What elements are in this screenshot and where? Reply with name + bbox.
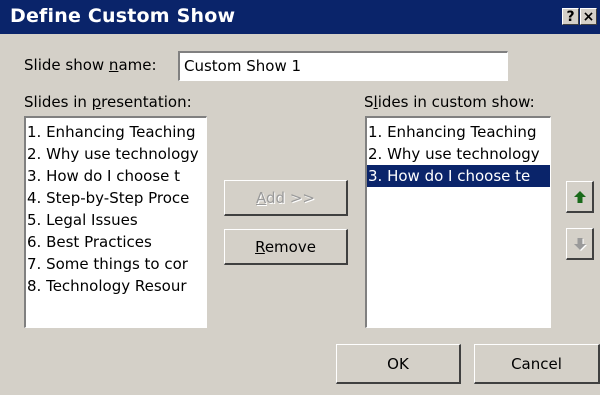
move-up-button[interactable] [566, 181, 594, 213]
close-button[interactable]: × [580, 8, 597, 25]
label-text: Slides in [24, 93, 92, 111]
title-bar: Define Custom Show ? × [0, 0, 600, 34]
ok-button[interactable]: OK [336, 344, 461, 384]
arrow-up-icon [573, 190, 586, 203]
slides-in-custom-show-label: Slides in custom show: [364, 93, 535, 111]
button-label: dd >> [266, 189, 315, 207]
dialog-title: Define Custom Show [10, 5, 236, 27]
list-item[interactable]: 1. Enhancing Teaching [367, 121, 550, 143]
list-item[interactable]: 8. Technology Resour [26, 275, 206, 297]
add-button[interactable]: Add >> [224, 180, 348, 216]
label-text: Slide show [24, 56, 109, 74]
list-item[interactable]: 3. How do I choose t [26, 165, 206, 187]
cancel-button[interactable]: Cancel [474, 344, 600, 384]
button-label: emove [264, 238, 316, 256]
help-button[interactable]: ? [562, 8, 579, 25]
label-text: resentation: [101, 93, 192, 111]
list-item[interactable]: 2. Why use technology [367, 143, 550, 165]
slides-in-presentation-label: Slides in presentation: [24, 93, 192, 111]
button-hotkey: R [255, 238, 265, 256]
label-hotkey: p [91, 93, 102, 111]
move-down-button[interactable] [566, 228, 594, 260]
list-item[interactable]: 2. Why use technology [26, 143, 206, 165]
presentation-slides-list[interactable]: 1. Enhancing Teaching 2. Why use technol… [24, 116, 207, 328]
list-item[interactable]: 1. Enhancing Teaching [26, 121, 206, 143]
custom-show-slides-list[interactable]: 1. Enhancing Teaching 2. Why use technol… [365, 116, 551, 328]
remove-button[interactable]: Remove [224, 229, 348, 265]
label-text: ame: [118, 56, 157, 74]
slide-show-name-label: Slide show name: [24, 56, 157, 74]
list-item[interactable]: 4. Step-by-Step Proce [26, 187, 206, 209]
list-item-selected[interactable]: 3. How do I choose te [367, 165, 550, 187]
slide-show-name-input[interactable]: Custom Show 1 [178, 51, 508, 81]
label-text: S [364, 93, 374, 111]
list-item[interactable]: 5. Legal Issues [26, 209, 206, 231]
list-item[interactable]: 7. Some things to cor [26, 253, 206, 275]
list-item[interactable]: 6. Best Practices [26, 231, 206, 253]
label-hotkey: n [108, 56, 119, 74]
button-hotkey: A [256, 189, 267, 207]
label-text: ides in custom show: [377, 93, 535, 111]
arrow-down-icon [573, 237, 587, 251]
